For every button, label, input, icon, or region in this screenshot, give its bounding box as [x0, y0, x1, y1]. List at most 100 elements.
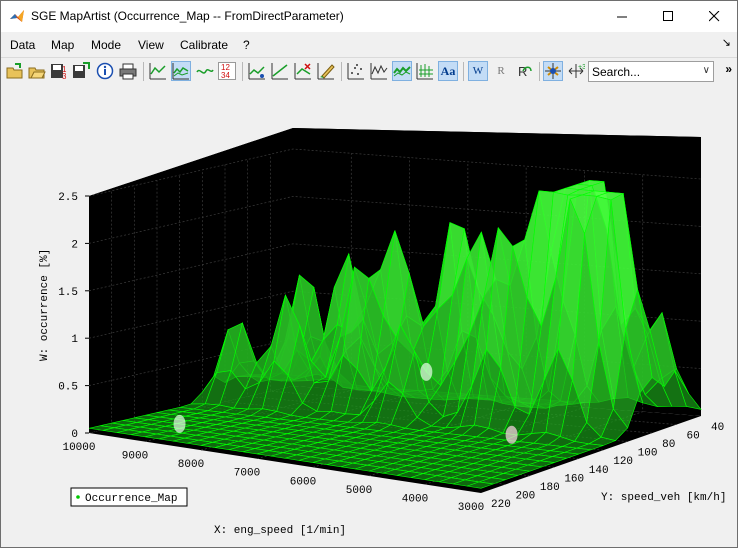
search-input[interactable]: Search... ∨ — [588, 61, 714, 82]
zoom-icon — [545, 63, 561, 79]
toolbar-separator — [539, 62, 540, 81]
window-title: SGE MapArtist (Occurrence_Map -- FromDir… — [31, 9, 344, 23]
close-icon — [708, 11, 719, 22]
toolbar-separator — [143, 62, 144, 81]
app-window: SGE MapArtist (Occurrence_Map -- FromDir… — [0, 0, 738, 548]
x-tick-label: 5000 — [346, 485, 372, 497]
toolbar-overflow-icon[interactable]: » — [725, 62, 732, 76]
surface-plot[interactable]: 0 0.5 1 1.5 2 2.5 10000 9000 8000 7000 6000 5000 40… — [1, 86, 737, 547]
open-button[interactable] — [5, 61, 25, 81]
x-axis-label: X: eng_speed [1/min] — [214, 525, 346, 537]
toolbar: 13 12 34 Aa W R R + Search... ∨ » — [1, 57, 737, 87]
wave-view-icon — [196, 68, 214, 74]
y-tick-label: 160 — [564, 473, 584, 485]
smooth-line-button[interactable] — [270, 61, 290, 81]
svg-text:3: 3 — [62, 72, 67, 80]
cut-icon — [294, 63, 311, 80]
rotate-icon: R — [518, 64, 532, 79]
save-button[interactable] — [71, 61, 91, 81]
surface-highlight — [173, 414, 186, 433]
data-cursor-button[interactable]: +3 — [566, 61, 586, 81]
x-tick-label: 9000 — [122, 451, 148, 463]
line-view-button[interactable] — [148, 61, 168, 81]
chevron-down-icon[interactable]: ∨ — [703, 65, 710, 76]
cut-button[interactable] — [293, 61, 313, 81]
numeric-view-button[interactable]: 12 34 — [217, 61, 237, 81]
green-surface-icon — [393, 66, 411, 77]
x-tick-label: 4000 — [402, 493, 428, 505]
open-icon — [6, 63, 23, 79]
save-as-button[interactable]: 13 — [49, 61, 69, 81]
mesh-icon — [370, 63, 388, 80]
y-tick-label: 60 — [687, 431, 700, 443]
surface-highlight — [420, 362, 433, 381]
numeric-view-icon: 1234 — [218, 62, 236, 80]
minimize-button[interactable] — [599, 1, 645, 32]
maximize-icon — [662, 11, 673, 21]
smooth-line-icon — [271, 63, 288, 80]
z-tick-label: 1.5 — [58, 287, 78, 299]
x-tick-label: 3000 — [458, 502, 484, 514]
smooth-icon — [248, 63, 265, 80]
smooth-button[interactable] — [247, 61, 267, 81]
matlab-logo-icon — [10, 10, 24, 22]
edit-button[interactable] — [316, 61, 336, 81]
menu-mode[interactable]: Mode — [91, 38, 121, 52]
save-as-icon: 13 — [51, 64, 67, 80]
w-button[interactable]: W — [468, 61, 488, 81]
maximize-button[interactable] — [645, 1, 691, 32]
z-tick-label: 0.5 — [58, 382, 78, 394]
r-button[interactable]: R — [491, 61, 511, 81]
print-icon — [119, 63, 137, 80]
zoom-button[interactable] — [543, 61, 563, 81]
svg-text:R: R — [518, 64, 527, 79]
toolbar-separator — [463, 62, 464, 81]
text-icon: Aa — [440, 63, 456, 78]
w-icon: W — [472, 65, 484, 77]
line-view-icon — [149, 63, 166, 80]
open-folder-button[interactable] — [27, 61, 47, 81]
close-button[interactable] — [691, 1, 737, 32]
scatter-icon — [347, 63, 364, 80]
scatter-button[interactable] — [346, 61, 366, 81]
menu-map[interactable]: Map — [51, 38, 74, 52]
menu-bar: Data Map Mode View Calibrate ? ↘ — [1, 32, 737, 57]
y-tick-label: 200 — [515, 490, 535, 502]
z-tick-label: 2 — [71, 239, 78, 251]
svg-text:34: 34 — [221, 71, 230, 80]
legend[interactable]: Occurrence_Map — [70, 487, 188, 507]
search-placeholder: Search... — [592, 65, 641, 79]
text-button[interactable]: Aa — [438, 61, 458, 81]
edit-icon — [317, 63, 335, 80]
z-tick-label: 1 — [71, 334, 78, 346]
toolbar-separator — [242, 62, 243, 81]
wave-view-button[interactable] — [195, 61, 215, 81]
rotate-button[interactable]: R — [514, 61, 534, 81]
menu-dock-arrow-icon[interactable]: ↘ — [722, 36, 731, 49]
legend-entry: Occurrence_Map — [85, 493, 177, 505]
surface-view-icon — [172, 63, 189, 80]
y-tick-label: 140 — [589, 465, 609, 477]
print-button[interactable] — [118, 61, 138, 81]
data-cursor-icon: +3 — [568, 64, 585, 78]
z-tick-label: 2.5 — [58, 192, 78, 204]
y-tick-label: 80 — [662, 439, 675, 451]
info-button[interactable] — [95, 61, 115, 81]
y-tick-label: 220 — [491, 499, 511, 511]
save-icon — [73, 62, 90, 78]
grid-button[interactable] — [415, 61, 435, 81]
green-surface-button[interactable] — [392, 61, 412, 81]
menu-data[interactable]: Data — [10, 38, 35, 52]
surface-view-button[interactable] — [171, 61, 191, 81]
menu-help[interactable]: ? — [243, 38, 250, 52]
x-tick-label: 10000 — [62, 442, 95, 454]
z-tick-label: 0 — [71, 429, 78, 441]
menu-calibrate[interactable]: Calibrate — [180, 38, 228, 52]
menu-view[interactable]: View — [138, 38, 164, 52]
x-tick-label: 8000 — [178, 459, 204, 471]
y-tick-label: 40 — [711, 422, 724, 434]
svg-text:+3: +3 — [578, 64, 585, 71]
toolbar-separator — [341, 62, 342, 81]
r-icon: R — [497, 65, 505, 77]
mesh-button[interactable] — [369, 61, 389, 81]
